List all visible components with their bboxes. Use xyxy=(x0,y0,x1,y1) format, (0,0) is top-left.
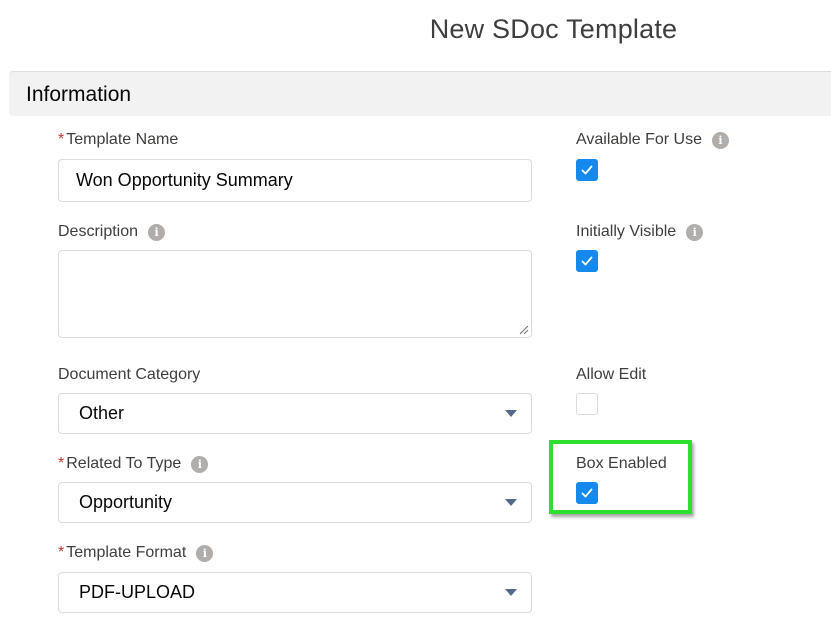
description-label: Description i xyxy=(58,223,166,241)
checkmark-icon xyxy=(581,165,593,175)
required-marker: * xyxy=(58,455,65,472)
checkmark-icon xyxy=(581,488,593,498)
info-icon[interactable]: i xyxy=(196,544,214,562)
checkmark-icon xyxy=(581,256,593,266)
info-icon[interactable]: i xyxy=(686,223,704,241)
document-category-select[interactable]: Other xyxy=(58,393,532,434)
allow-edit-checkbox[interactable] xyxy=(576,393,598,415)
allow-edit-label: Allow Edit xyxy=(576,366,647,383)
available-for-use-label: Available For Use i xyxy=(576,131,729,149)
template-format-value: PDF-UPLOAD xyxy=(79,582,196,602)
highlight-box xyxy=(549,440,692,514)
initially-visible-checkbox[interactable] xyxy=(576,250,598,272)
chevron-down-icon xyxy=(505,410,517,417)
box-enabled-checkbox[interactable] xyxy=(576,482,598,504)
section-title: Information xyxy=(26,83,132,106)
page-title: New SDoc Template xyxy=(429,14,678,44)
template-format-select[interactable]: PDF-UPLOAD xyxy=(58,572,532,613)
info-icon[interactable]: i xyxy=(191,455,209,473)
document-category-value: Other xyxy=(79,403,125,423)
info-icon[interactable]: i xyxy=(711,131,729,149)
box-enabled-label: Box Enabled xyxy=(576,455,667,472)
available-for-use-checkbox[interactable] xyxy=(576,159,598,181)
required-marker: * xyxy=(58,544,65,561)
document-category-label: Document Category xyxy=(58,366,201,383)
related-to-type-select[interactable]: Opportunity xyxy=(58,482,532,523)
description-textarea[interactable] xyxy=(58,250,532,338)
initially-visible-label: Initially Visible i xyxy=(576,223,704,241)
related-to-type-value: Opportunity xyxy=(79,492,173,512)
info-icon[interactable]: i xyxy=(148,223,166,241)
template-name-label: * Template Name xyxy=(58,131,179,148)
section-header-information[interactable]: Information xyxy=(9,71,831,116)
related-to-type-label: * Related To Type i xyxy=(58,455,209,473)
required-marker: * xyxy=(58,131,65,148)
template-format-label: * Template Format i xyxy=(58,544,214,562)
resize-handle-icon[interactable] xyxy=(519,325,529,335)
chevron-down-icon xyxy=(505,499,517,506)
template-name-input[interactable]: Won Opportunity Summary xyxy=(58,159,532,202)
chevron-down-icon xyxy=(505,589,517,596)
